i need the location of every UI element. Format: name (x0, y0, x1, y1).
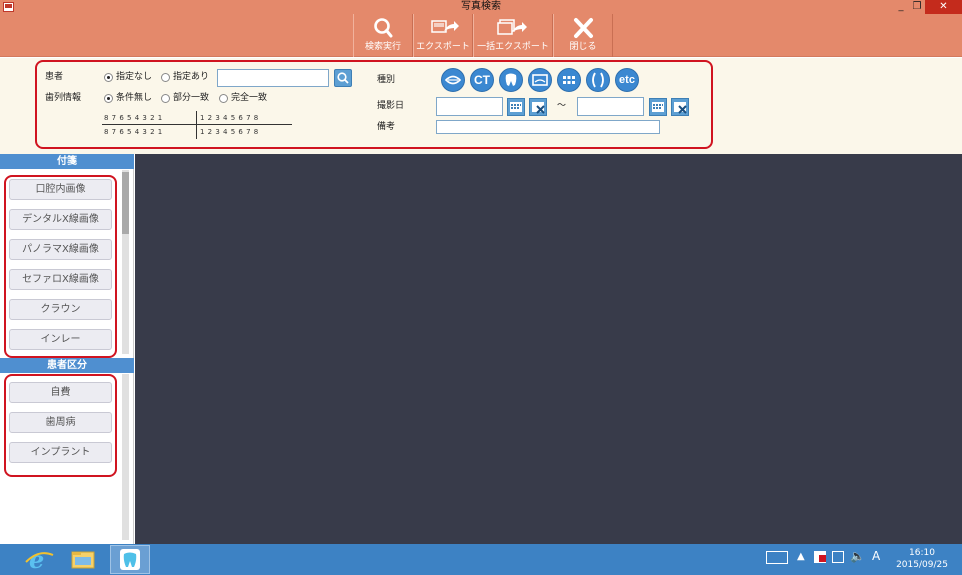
tooth-radio-exact[interactable] (219, 94, 228, 103)
close-icon (574, 18, 593, 38)
minimize-button[interactable]: _ (893, 0, 909, 14)
export-button[interactable]: エクスポート (413, 14, 473, 57)
toolbar: 検索実行 エクスポート 一括エクスポート 閉じる (0, 14, 962, 57)
patient-input[interactable] (217, 69, 329, 87)
search-execute-button[interactable]: 検索実行 (353, 14, 413, 57)
close-label: 閉じる (569, 42, 597, 52)
magnifier-icon (337, 72, 349, 84)
date-label: 撮影日 (377, 101, 405, 111)
patient-radio-specify[interactable] (161, 73, 170, 82)
export-label: エクスポート (416, 42, 470, 52)
tooth-chart-h-divider (102, 124, 292, 125)
date-range-separator: ～ (557, 101, 567, 111)
svg-text:e: e (29, 545, 44, 574)
dental-app-icon (120, 549, 140, 570)
tooth-upper-left: 8 7 6 5 4 3 2 1 (104, 114, 163, 122)
bulk-export-label: 一括エクスポート (477, 42, 549, 52)
patient-class-header: 患者区分 (0, 358, 134, 373)
date-to-calendar-button[interactable] (649, 98, 667, 116)
date-to-clear-button[interactable] (671, 98, 689, 116)
type-dental-button[interactable] (499, 68, 523, 92)
title-bar: 写真検索 _ ❐ ✕ (0, 0, 962, 14)
tooth-radio-partial[interactable] (161, 94, 170, 103)
patient-class-scrollbar[interactable] (122, 374, 129, 540)
grid-icon (563, 76, 575, 84)
tooth-radio-none[interactable] (104, 94, 113, 103)
patient-label: 患者 (45, 72, 64, 82)
ie-taskbar-button[interactable]: e (20, 545, 58, 574)
calendar-clear-icon (674, 102, 687, 114)
date-from-clear-button[interactable] (529, 98, 547, 116)
patient-option-none-label: 指定なし (116, 72, 153, 82)
tags-highlight (4, 175, 117, 358)
dental-app-taskbar-button[interactable] (110, 545, 150, 574)
volume-icon[interactable]: 🔈 (850, 549, 865, 563)
patient-search-button[interactable] (334, 69, 352, 87)
type-ct-button[interactable]: CT (470, 68, 494, 92)
type-grid-button[interactable] (557, 68, 581, 92)
app-window: 写真検索 _ ❐ ✕ 検索実行 エクスポート 一括エクスポート 閉じる 患者 指… (0, 0, 962, 575)
calendar-icon (510, 102, 522, 112)
cephalo-icon (592, 72, 604, 88)
note-label: 備考 (377, 122, 396, 132)
calendar-icon (652, 102, 664, 112)
patient-radio-none[interactable] (104, 73, 113, 82)
search-execute-label: 検索実行 (364, 42, 401, 52)
date-to-input[interactable] (577, 97, 644, 116)
image-results-area[interactable] (135, 154, 962, 544)
close-button[interactable]: 閉じる (553, 14, 613, 57)
file-explorer-taskbar-button[interactable] (64, 545, 102, 574)
tooth-option-exact-label: 完全一致 (231, 93, 268, 103)
bulk-export-icon (497, 19, 527, 35)
tooth-option-partial-label: 部分一致 (173, 93, 210, 103)
clock-date: 2015/09/25 (896, 560, 948, 570)
export-icon (431, 20, 459, 33)
bulk-export-button[interactable]: 一括エクスポート (473, 14, 553, 57)
tooth-option-none-label: 条件無し (116, 93, 153, 103)
date-from-calendar-button[interactable] (507, 98, 525, 116)
tooth-info-label: 歯列情報 (45, 93, 82, 103)
close-window-button[interactable]: ✕ (925, 0, 962, 14)
show-hidden-icons-icon[interactable]: ▲ (797, 551, 805, 562)
patient-class-highlight (4, 374, 117, 477)
tooth-lower-right: 1 2 3 4 5 6 7 8 (200, 128, 259, 136)
tags-scrollbar-thumb[interactable] (122, 172, 129, 234)
maximize-button[interactable]: ❐ (909, 0, 925, 14)
type-cephalo-button[interactable] (586, 68, 610, 92)
keyboard-icon[interactable] (766, 551, 788, 564)
search-icon (374, 18, 393, 38)
tags-header: 付箋 (0, 154, 134, 169)
note-input[interactable] (436, 120, 660, 134)
panorama-icon (532, 74, 548, 86)
type-label: 種別 (377, 75, 396, 85)
calendar-clear-icon (532, 102, 545, 114)
ime-indicator[interactable]: A (872, 549, 880, 563)
ie-icon: e (25, 545, 54, 574)
tooth-icon (505, 73, 517, 86)
clock[interactable]: 16:10 2015/09/25 (890, 547, 954, 571)
type-intraoral-button[interactable] (441, 68, 465, 92)
intraoral-icon (444, 75, 462, 85)
tooth-chart-v-divider (196, 111, 197, 139)
type-panorama-button[interactable] (528, 68, 552, 92)
clock-time: 16:10 (909, 548, 935, 558)
date-from-input[interactable] (436, 97, 503, 116)
patient-option-specify-label: 指定あり (173, 72, 210, 82)
type-etc-button[interactable]: etc (615, 68, 639, 92)
tags-scrollbar[interactable] (122, 170, 129, 354)
network-icon[interactable] (832, 551, 844, 563)
window-title: 写真検索 (461, 1, 501, 12)
tooth-upper-right: 1 2 3 4 5 6 7 8 (200, 114, 259, 122)
tooth-lower-left: 8 7 6 5 4 3 2 1 (104, 128, 163, 136)
action-center-icon[interactable] (814, 551, 826, 563)
file-explorer-icon (71, 551, 95, 569)
